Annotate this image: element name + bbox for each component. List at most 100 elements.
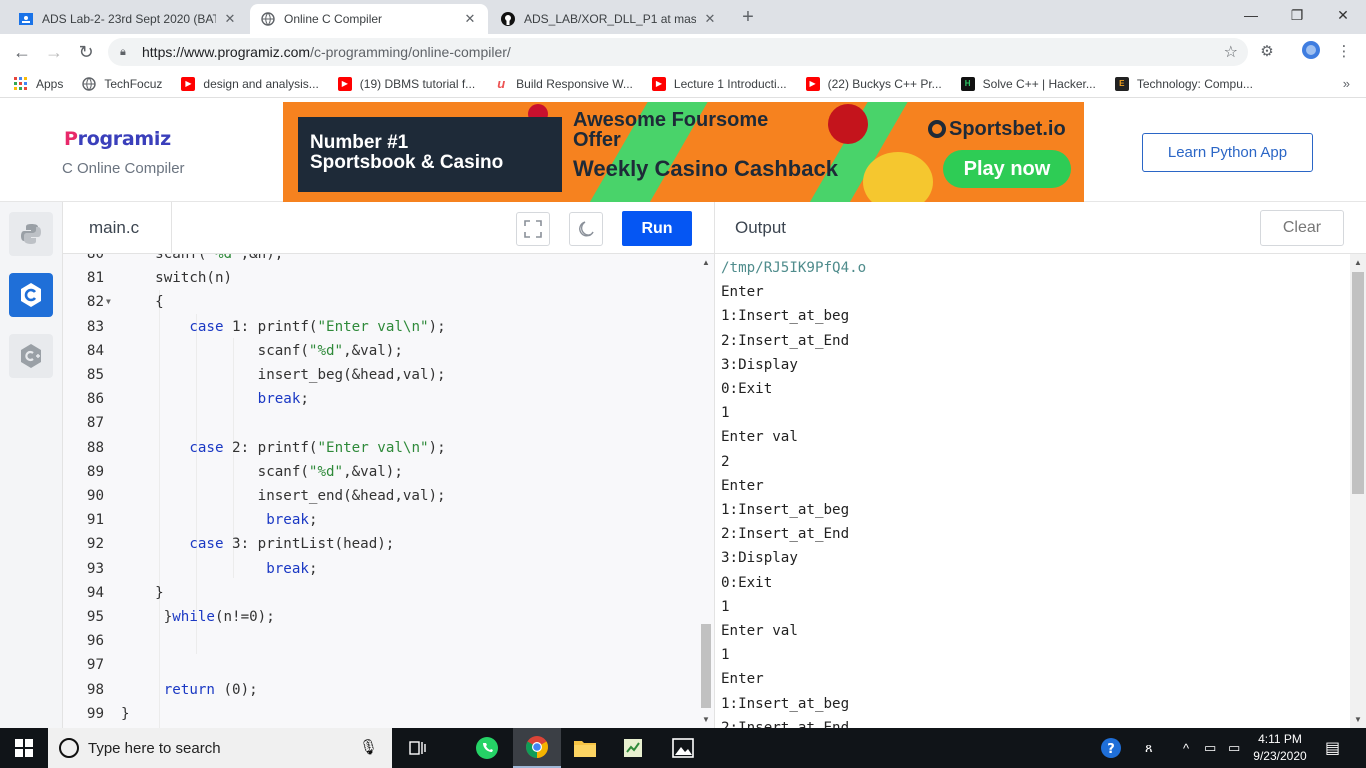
scroll-down-icon[interactable]: ▼	[1354, 715, 1362, 724]
code-line[interactable]: 85 insert_beg(&head,val);	[63, 363, 703, 387]
editor-scrollbar[interactable]: ▲ ▼	[698, 254, 714, 728]
new-tab-button[interactable]: +	[737, 6, 759, 28]
code-line[interactable]: 89 scanf("%d",&val);	[63, 460, 703, 484]
code-editor[interactable]: 80 scanf("%d",&n); 81 switch(n) 82 ▼ {83 ca…	[63, 254, 714, 728]
code-line[interactable]: 98 return (0);	[63, 678, 703, 702]
code-line[interactable]: 90 insert_end(&head,val);	[63, 484, 703, 508]
code-line[interactable]: 83 case 1: printf("Enter val\n");	[63, 315, 703, 339]
code-line[interactable]: 80 scanf("%d",&n);	[63, 254, 703, 266]
whatsapp-taskbar-button[interactable]	[463, 728, 511, 768]
people-icon[interactable]: ጸ	[1145, 728, 1153, 768]
network-icon[interactable]: ▭	[1228, 728, 1240, 768]
line-number: 99	[86, 705, 104, 722]
bookmark-design-analysis[interactable]: ▶ design and analysis...	[181, 76, 319, 91]
bookmark-technology[interactable]: E Technology: Compu...	[1114, 76, 1253, 91]
action-center-icon[interactable]: ▤	[1325, 728, 1340, 768]
show-hidden-icons-button[interactable]: ^	[1183, 728, 1189, 768]
back-button[interactable]: ←	[10, 40, 34, 64]
help-tray-icon[interactable]: ?	[1100, 728, 1122, 768]
forward-button[interactable]: →	[42, 40, 66, 64]
code-line[interactable]: 91 break;	[63, 508, 703, 532]
classroom-icon	[18, 11, 34, 27]
file-explorer-taskbar-button[interactable]	[561, 728, 609, 768]
scroll-down-icon[interactable]: ▼	[702, 715, 710, 724]
output-line: /tmp/RJ5IK9PfQ4.o	[721, 260, 867, 276]
address-bar[interactable]: 🔒︎ https://www.programiz.com/c-programmi…	[108, 38, 1248, 66]
close-window-button[interactable]: ✕	[1320, 0, 1366, 30]
profile-avatar[interactable]	[1299, 40, 1323, 64]
advertisement-banner[interactable]: Number #1 Sportsbook & Casino Awesome Fo…	[283, 102, 1084, 202]
minimize-window-button[interactable]: —	[1228, 0, 1274, 30]
output-scrollbar[interactable]: ▲ ▼	[1350, 254, 1366, 728]
code-line[interactable]: 88 case 2: printf("Enter val\n");	[63, 436, 703, 460]
c-language-button[interactable]	[9, 273, 53, 317]
photos-taskbar-button[interactable]	[659, 728, 707, 768]
dark-mode-button[interactable]	[569, 212, 603, 246]
bookmark-apps[interactable]: Apps	[14, 76, 63, 91]
bookmark-star-icon[interactable]: ☆	[1224, 42, 1238, 62]
code-line[interactable]: 97	[63, 653, 703, 677]
youtube-icon: ▶	[181, 76, 196, 91]
fold-toggle-icon[interactable]: ▼	[106, 290, 111, 314]
notes-taskbar-button[interactable]	[609, 728, 657, 768]
bookmark-techfocuz[interactable]: TechFocuz	[82, 77, 162, 91]
extension-icon[interactable]: ⚙	[1255, 40, 1279, 64]
bookmark-dbms-tutorial[interactable]: ▶ (19) DBMS tutorial f...	[337, 76, 475, 91]
close-tab-icon[interactable]: ✕	[462, 11, 478, 27]
clear-output-button[interactable]: Clear	[1260, 210, 1344, 246]
output-line: 2:Insert_at_End	[721, 719, 850, 728]
line-number: 85	[86, 367, 104, 383]
file-tab-main-c[interactable]: main.c	[63, 202, 172, 254]
bookmark-lecture-1[interactable]: ▶ Lecture 1 Introducti...	[651, 76, 787, 91]
taskbar-clock[interactable]: 4:11 PM 9/23/2020	[1246, 731, 1314, 765]
browser-tab-ads-lab[interactable]: ADS Lab-2- 23rd Sept 2020 (BATC ✕	[8, 4, 248, 34]
c-language-icon	[21, 283, 41, 307]
start-button[interactable]	[0, 728, 48, 768]
reload-button[interactable]: ↻	[74, 40, 98, 64]
bookmark-build-responsive[interactable]: u Build Responsive W...	[494, 76, 633, 91]
run-button[interactable]: Run	[622, 211, 692, 246]
code-line[interactable]: 82 ▼ {	[63, 290, 703, 314]
notepad-icon	[624, 739, 642, 757]
code-line[interactable]: 92 case 3: printList(head);	[63, 532, 703, 556]
code-line[interactable]: 94 }	[63, 581, 703, 605]
close-tab-icon[interactable]: ✕	[222, 11, 238, 27]
code-line[interactable]: 95 }while(n!=0);	[63, 605, 703, 629]
ad-play-now-button[interactable]: Play now	[943, 150, 1071, 188]
code-line[interactable]: 86 break;	[63, 387, 703, 411]
code-line[interactable]: 93 break;	[63, 557, 703, 581]
restore-window-button[interactable]: ❐	[1274, 0, 1320, 30]
browser-tab-online-compiler[interactable]: Online C Compiler ✕	[250, 4, 488, 34]
chrome-menu-icon[interactable]: ⋮	[1332, 40, 1356, 64]
scroll-up-icon[interactable]: ▲	[702, 258, 710, 267]
output-scrollbar-thumb[interactable]	[1352, 272, 1364, 494]
editor-header: main.c Run	[63, 202, 714, 254]
chrome-taskbar-button[interactable]	[513, 728, 561, 768]
code-line[interactable]: 81 switch(n)	[63, 266, 703, 290]
scroll-up-icon[interactable]: ▲	[1354, 258, 1362, 267]
task-view-button[interactable]	[394, 728, 442, 768]
bookmarks-overflow-icon[interactable]: »	[1343, 76, 1350, 91]
code-line[interactable]: 99}	[63, 702, 703, 726]
bookmark-hackerrank[interactable]: H Solve C++ | Hacker...	[960, 76, 1096, 91]
output-console[interactable]: /tmp/RJ5IK9PfQ4.o Enter 1:Insert_at_beg 2:I…	[714, 254, 1350, 728]
close-tab-icon[interactable]: ✕	[702, 11, 718, 27]
cpp-language-button[interactable]	[9, 334, 53, 378]
line-number: 81	[86, 270, 104, 287]
fullscreen-button[interactable]	[516, 212, 550, 246]
code-line[interactable]: 87	[63, 411, 703, 435]
browser-tab-github[interactable]: ADS_LAB/XOR_DLL_P1 at master ✕	[490, 4, 728, 34]
battery-icon[interactable]: ▭	[1204, 728, 1216, 768]
bookmark-buckys-cpp[interactable]: ▶ (22) Buckys C++ Pr...	[805, 76, 942, 91]
python-language-button[interactable]	[9, 212, 53, 256]
code-line[interactable]: 84 scanf("%d",&val);	[63, 339, 703, 363]
line-number: 96	[86, 633, 104, 650]
learn-python-app-button[interactable]: Learn Python App	[1142, 133, 1313, 172]
taskbar-search-box[interactable]: Type here to search 🎙︎	[48, 728, 392, 768]
youtube-icon: ▶	[805, 76, 820, 91]
programiz-logo[interactable]: Programiz	[64, 128, 171, 150]
code-line[interactable]: 96	[63, 629, 703, 653]
editor-scrollbar-thumb[interactable]	[701, 624, 711, 708]
microphone-icon[interactable]: 🎙︎	[359, 738, 378, 756]
output-line: Enter val	[721, 623, 798, 639]
